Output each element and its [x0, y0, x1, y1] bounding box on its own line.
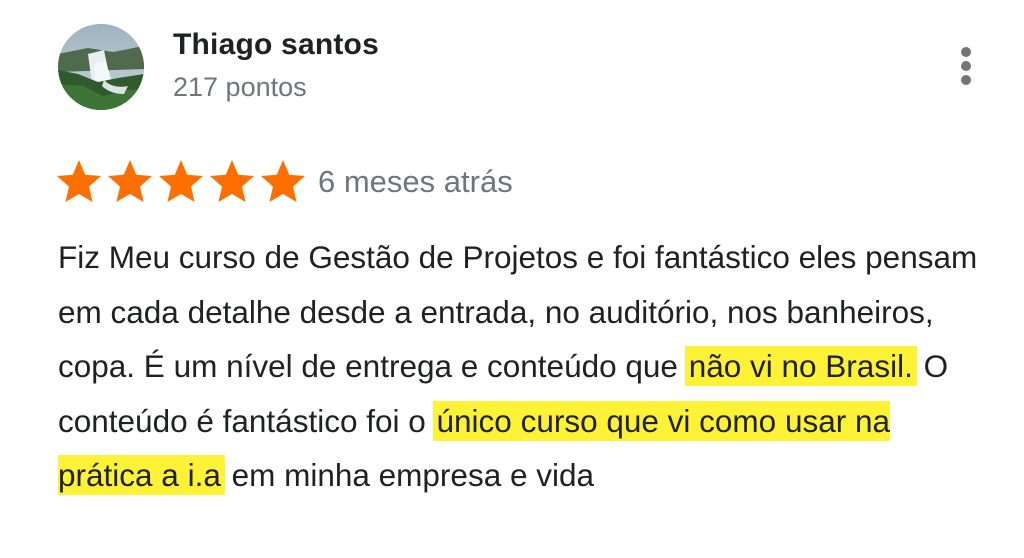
review-date: 6 meses atrás [318, 164, 513, 199]
author-name[interactable]: Thiago santos [173, 28, 379, 62]
star-rating [56, 158, 306, 204]
more-options-button[interactable] [950, 40, 982, 92]
review-text: Fiz Meu curso de Gestão de Projetos e fo… [58, 230, 988, 503]
author-points: 217 pontos [173, 72, 307, 102]
review-card: Thiago santos 217 pontos 6 meses atrás F… [0, 0, 1024, 558]
highlighted-text: não vi no Brasil. [684, 346, 917, 386]
waterfall-photo [58, 24, 144, 110]
more-vert-icon [961, 47, 971, 85]
star-icon [209, 158, 255, 204]
avatar[interactable] [58, 24, 144, 110]
star-icon [158, 158, 204, 204]
star-icon [260, 158, 306, 204]
star-icon [56, 158, 102, 204]
review-text-segment: em minha empresa e vida [222, 457, 595, 493]
star-icon [107, 158, 153, 204]
